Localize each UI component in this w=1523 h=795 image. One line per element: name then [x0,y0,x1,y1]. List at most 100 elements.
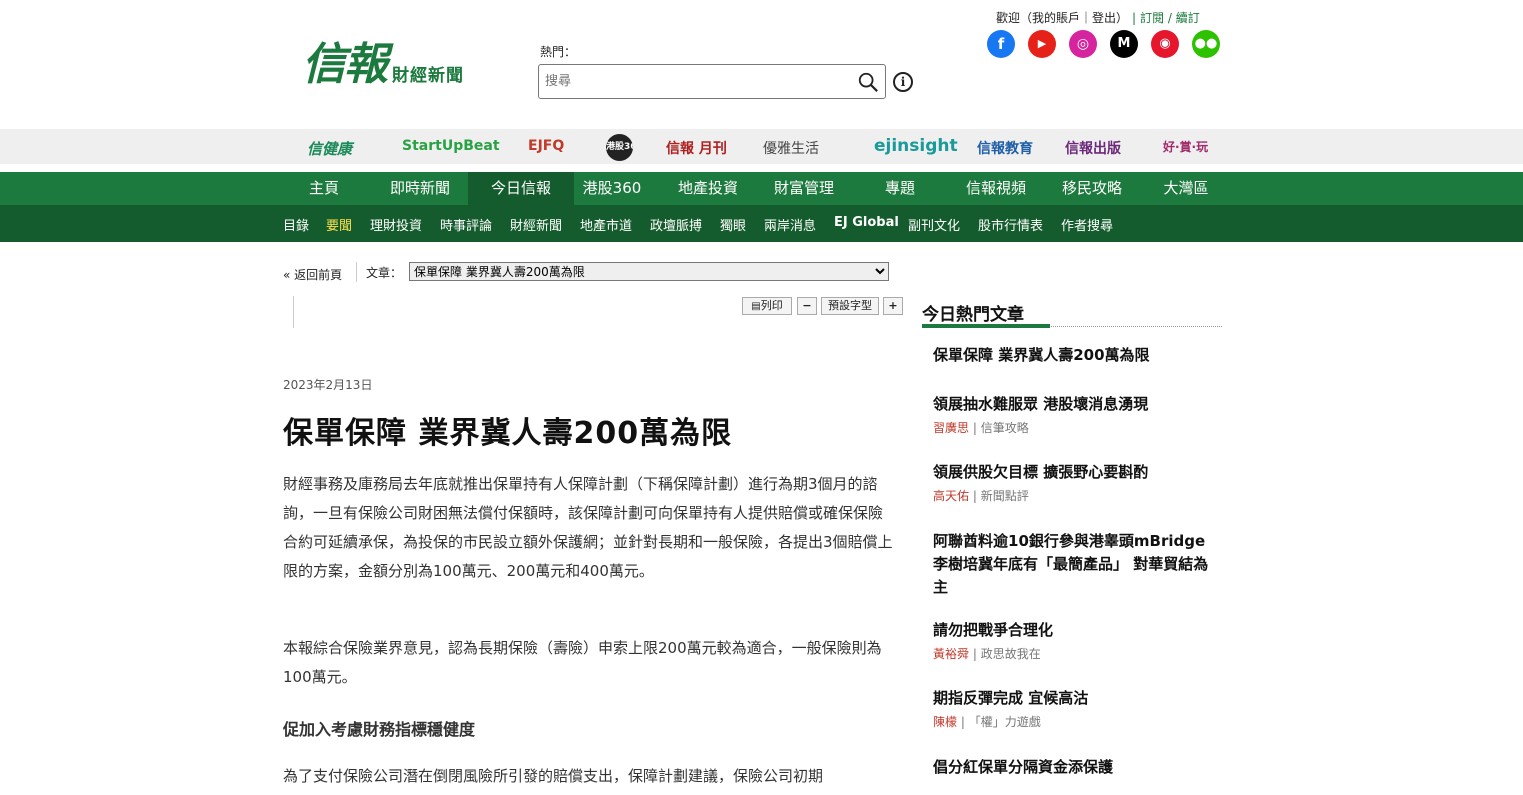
column-name[interactable]: 信筆攻略 [981,421,1029,435]
popular-article[interactable]: 領展抽水難服眾 港股壞消息湧現 習廣思 | 信筆攻略 [933,393,1218,436]
article-date: 2023年2月13日 [283,378,373,392]
logo-main-text: 信報 [302,39,388,90]
print-icon: ▤ [751,301,761,312]
popular-article[interactable]: 倡分紅保單分隔資金添保護 [933,756,1218,779]
sidebar-heading: 今日熱門文章 [922,305,1024,325]
author-name[interactable]: 陳檬 [933,715,957,729]
subnav-property-market[interactable]: 地產市道 [580,215,632,234]
article-paragraph: 本報綜合保險業界意見，認為長期保險（壽險）申索上限200萬元較為適合，一般保險則… [283,639,882,686]
account-separator: | [1132,11,1137,25]
popular-article[interactable]: 領展供股欠目標 擴張野心要斟酌 高天佑 | 新聞點評 [933,461,1218,504]
nav-instant-news[interactable]: 即時新聞 [378,172,462,205]
subnav-culture[interactable]: 副刊文化 [908,215,960,234]
font-decrease-button[interactable]: − [797,297,817,315]
subnav-commentary[interactable]: 時事評論 [440,215,492,234]
account-bar: 歡迎（我的賬戶｜登出） | 訂閱 / 續訂 [996,9,1200,26]
brand-hk360[interactable]: 港股360 [606,134,633,161]
search-input[interactable] [543,65,847,98]
popular-article[interactable]: 阿聯酋料逾10銀行參與港睾頭mBridge 李樹培冀年底有「最簡產品」 對華貿結… [933,530,1218,599]
brand-monthly[interactable]: 信報 月刊 [666,138,727,158]
facebook-icon[interactable]: f [987,30,1015,58]
subscribe-link[interactable]: 訂閱 / 續訂 [1140,11,1200,25]
column-name[interactable]: 「權」力遊戲 [969,715,1041,729]
popular-article-title[interactable]: 期指反彈完成 宜候高沽 [933,687,1218,710]
nav-today[interactable]: 今日信報 [468,172,574,205]
subnav-headlines[interactable]: 要聞 [326,215,352,234]
sidebar-heading-bar [922,324,1050,328]
article-paragraph: 為了支付保險公司潛在倒閉風險所引發的賠償支出，保障計劃建議，保險公司初期 [283,767,824,785]
subnav-contents[interactable]: 目錄 [283,215,309,234]
medium-icon[interactable]: M [1110,30,1138,58]
popular-article[interactable]: 期指反彈完成 宜候高沽 陳檬 | 「權」力遊戲 [933,687,1218,730]
popular-article-meta: 高天佑 | 新聞點評 [933,489,1029,503]
main-nav: 主頁 即時新聞 今日信報 港股360 地產投資 財富管理 專題 信報視頻 移民攻… [0,172,1523,205]
nav-features[interactable]: 專題 [866,172,934,205]
nav-home[interactable]: 主頁 [290,172,358,205]
social-links: f ▶ ◎ M ◉ ●● [987,30,1233,58]
info-icon[interactable]: i [893,72,913,92]
nav-property[interactable]: 地產投資 [666,172,750,205]
article-select[interactable]: 保單保障 業界冀人壽200萬為限 [409,262,889,281]
subnav-ej-global[interactable]: EJ Global [834,215,899,230]
nav-hk360[interactable]: 港股360 [574,172,650,205]
brand-education[interactable]: 信報教育 [977,138,1033,158]
popular-article[interactable]: 保單保障 業界冀人壽200萬為限 [933,344,1218,367]
popular-article-title[interactable]: 保單保障 業界冀人壽200萬為限 [933,344,1218,367]
brand-strip: 信健康 StartUpBeat EJFQ 港股360 信報 月刊 優雅生活 ej… [0,129,1523,164]
popular-article-meta: 習廣思 | 信筆攻略 [933,421,1029,435]
brand-ejfq[interactable]: EJFQ [528,138,564,154]
popular-article-meta: 陳檬 | 「權」力遊戲 [933,715,1041,729]
subnav-politics[interactable]: 政壇脈搏 [650,215,702,234]
sub-nav: 目錄 要聞 理財投資 時事評論 財經新聞 地產市道 政壇脈搏 獨眼 兩岸消息 E… [0,205,1523,242]
brand-ejinsight[interactable]: ejinsight [874,136,958,156]
print-label: 列印 [760,299,783,312]
search-box [538,64,886,99]
subnav-cross-strait[interactable]: 兩岸消息 [764,215,816,234]
popular-article[interactable]: 請勿把戰爭合理化 黃裕舜 | 政思故我在 [933,619,1218,662]
subnav-stock-table[interactable]: 股市行情表 [978,215,1043,234]
brand-elegant-living[interactable]: 優雅生活 [763,138,819,158]
subnav-investment[interactable]: 理財投資 [370,215,422,234]
account-welcome[interactable]: 歡迎（我的賬戶｜登出） [996,11,1128,25]
popular-article-title[interactable]: 領展抽水難服眾 港股壞消息湧現 [933,393,1218,416]
brand-good-play[interactable]: 好·賞·玩 [1163,138,1208,155]
font-increase-button[interactable]: + [883,297,903,315]
weibo-icon[interactable]: ◉ [1151,30,1179,58]
author-name[interactable]: 習廣思 [933,421,969,435]
back-link[interactable]: « 返回前頁 [283,266,342,283]
article-select-label: 文章： [366,266,403,280]
popular-article-title[interactable]: 請勿把戰爭合理化 [933,619,1218,642]
article-paragraph: 財經事務及庫務局去年底就推出保單持有人保障計劃（下稱保障計劃）進行為期3個月的諮… [283,475,893,580]
default-font-button[interactable]: 預設字型 [821,297,879,315]
article-title: 保單保障 業界冀人壽200萬為限 [283,416,733,451]
column-name[interactable]: 新聞點評 [981,489,1029,503]
divider [356,262,357,282]
print-button[interactable]: ▤列印 [742,297,792,315]
article-subheading: 促加入考慮財務指標穩健度 [283,720,476,739]
search-icon[interactable] [857,71,879,93]
site-logo[interactable]: 信報 財經新聞 [302,40,464,90]
nav-video[interactable]: 信報視頻 [954,172,1038,205]
instagram-icon[interactable]: ◎ [1069,30,1097,58]
subnav-one-eye[interactable]: 獨眼 [720,215,746,234]
subnav-finance-news[interactable]: 財經新聞 [510,215,562,234]
brand-publishing[interactable]: 信報出版 [1065,138,1121,158]
popular-article-meta: 黃裕舜 | 政思故我在 [933,647,1041,661]
hot-keywords-label: 熱門： [540,45,577,59]
author-name[interactable]: 高天佑 [933,489,969,503]
popular-article-title[interactable]: 阿聯酋料逾10銀行參與港睾頭mBridge 李樹培冀年底有「最簡產品」 對華貿結… [933,530,1218,599]
nav-gba[interactable]: 大灣區 [1152,172,1220,205]
brand-health[interactable]: 信健康 [307,138,352,159]
brand-startupbeat[interactable]: StartUpBeat [402,138,500,154]
wechat-icon[interactable]: ●● [1192,30,1220,58]
youtube-icon[interactable]: ▶ [1028,30,1056,58]
nav-immigration[interactable]: 移民攻略 [1050,172,1134,205]
nav-wealth[interactable]: 財富管理 [762,172,846,205]
column-name[interactable]: 政思故我在 [981,647,1041,661]
author-name[interactable]: 黃裕舜 [933,647,969,661]
logo-sub-text: 財經新聞 [392,66,464,86]
popular-article-title[interactable]: 倡分紅保單分隔資金添保護 [933,756,1218,779]
subnav-author-search[interactable]: 作者搜尋 [1061,215,1113,234]
divider [293,296,294,328]
popular-article-title[interactable]: 領展供股欠目標 擴張野心要斟酌 [933,461,1218,484]
